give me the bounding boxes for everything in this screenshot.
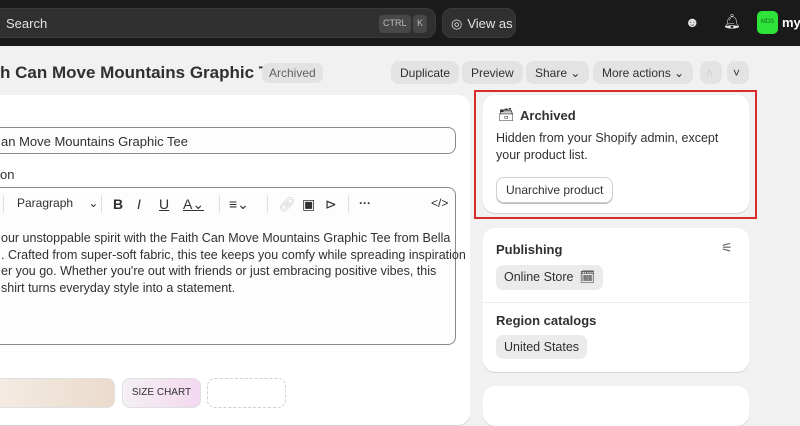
description-line: er you go. Whether you're out with frien… xyxy=(1,264,437,278)
link-icon[interactable]: 🔗︎ xyxy=(278,196,296,213)
title-input[interactable]: an Move Mountains Graphic Tee xyxy=(0,127,456,154)
chevron-up-icon: ˄ xyxy=(706,66,714,80)
chevron-down-icon: ⌄ xyxy=(88,196,99,210)
publishing-title: Publishing xyxy=(496,242,563,257)
shortcut-ctrl: CTRL xyxy=(379,15,411,33)
description-text[interactable]: our unstoppable spirit with the Faith Ca… xyxy=(1,230,466,296)
unarchive-button[interactable]: Unarchive product xyxy=(496,177,614,203)
share-button[interactable]: Share ⌄ xyxy=(526,61,590,84)
code-icon[interactable]: </> xyxy=(431,196,448,210)
search-placeholder: Search xyxy=(6,16,48,31)
settings-sliders-icon[interactable]: ⚟ xyxy=(721,240,733,256)
align-icon[interactable]: ≡⌄ xyxy=(229,196,249,213)
share-label: Share xyxy=(535,66,568,80)
next-card xyxy=(483,386,749,426)
eye-icon: ◎ xyxy=(451,16,463,31)
search-input[interactable]: Search CTRL K xyxy=(0,8,436,38)
archive-icon: 🗃︎ xyxy=(498,107,515,122)
underline-icon[interactable]: U xyxy=(159,196,169,212)
page-title: h Can Move Mountains Graphic Tee xyxy=(0,63,287,82)
archived-card: 🗃︎ Archived Hidden from your Shopify adm… xyxy=(483,95,749,213)
calendar-clock-icon: 🗓︎ xyxy=(579,270,596,284)
view-as-label: View as xyxy=(467,16,513,31)
archived-title: Archived xyxy=(520,108,576,123)
archived-text: Hidden from your Shopify admin, except y… xyxy=(496,131,719,162)
publishing-card: Publishing ⚟ Online Store 🗓︎ Region catal… xyxy=(483,228,749,372)
more-actions-button[interactable]: More actions ⌄ xyxy=(593,61,694,84)
description-line: our unstoppable spirit with the Faith Ca… xyxy=(1,231,451,245)
channel-chip[interactable]: Online Store 🗓︎ xyxy=(496,265,604,290)
chevron-down-icon: ⌄ xyxy=(570,66,581,80)
description-line: shirt turns everyday style into a statem… xyxy=(1,280,236,295)
description-line: . Crafted from super-soft fabric, this t… xyxy=(1,247,466,262)
divider xyxy=(483,302,749,303)
text-color-icon[interactable]: A⌄ xyxy=(183,196,204,213)
media-thumbnail-size-chart[interactable]: SIZE CHART xyxy=(122,378,201,408)
incognito-icon[interactable]: ☻ xyxy=(685,14,700,30)
view-as-button[interactable]: ◎ View as xyxy=(442,8,516,38)
next-product-button[interactable]: ˅ xyxy=(727,61,749,84)
status-badge: Archived xyxy=(262,63,323,83)
image-icon[interactable]: ▣ xyxy=(302,196,315,213)
description-editor[interactable]: Paragraph ⌄ B I U A⌄ ≡⌄ 🔗︎ ▣ ⊳ ··· </> o… xyxy=(0,187,466,345)
chevron-down-icon: ⌄ xyxy=(674,66,685,80)
shortcut-k: K xyxy=(413,15,428,33)
bold-icon[interactable]: B xyxy=(113,196,123,212)
description-label: on xyxy=(0,167,15,182)
more-actions-label: More actions xyxy=(602,66,671,80)
duplicate-button[interactable]: Duplicate xyxy=(391,61,460,84)
region-chip[interactable]: United States xyxy=(496,335,588,359)
media-thumbnail[interactable] xyxy=(0,378,115,408)
previous-product-button[interactable]: ˄ xyxy=(700,61,722,84)
region-catalogs-title: Region catalogs xyxy=(496,313,597,328)
chevron-down-icon: ˅ xyxy=(733,66,741,80)
paragraph-select[interactable]: Paragraph ⌄ xyxy=(17,196,98,210)
avatar[interactable]: MDS xyxy=(757,11,778,34)
paragraph-label: Paragraph xyxy=(17,196,74,210)
italic-icon[interactable]: I xyxy=(137,196,141,212)
video-icon[interactable]: ⊳ xyxy=(325,196,337,213)
more-icon[interactable]: ··· xyxy=(359,196,371,210)
store-name[interactable]: my xyxy=(782,15,800,30)
channel-label: Online Store xyxy=(504,270,574,284)
region-label: United States xyxy=(504,340,580,354)
size-chart-label: SIZE CHART xyxy=(131,387,192,398)
preview-button[interactable]: Preview xyxy=(462,61,523,84)
bell-icon[interactable]: 🔔︎ xyxy=(723,13,741,30)
add-media-dropzone[interactable] xyxy=(207,378,286,408)
